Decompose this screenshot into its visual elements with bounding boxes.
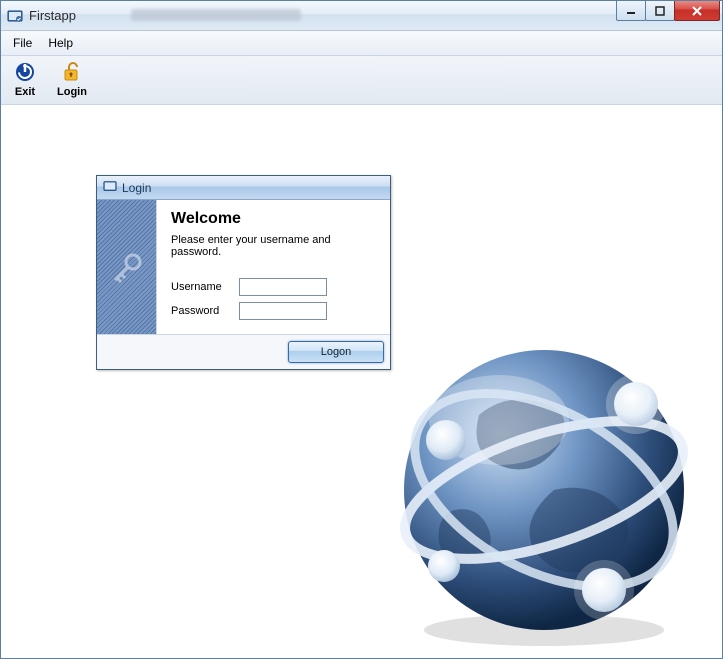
welcome-heading: Welcome: [171, 210, 376, 228]
username-input[interactable]: [239, 278, 327, 296]
login-dialog: Login Welcome Please enter your: [96, 175, 391, 370]
exit-label: Exit: [15, 86, 35, 98]
globe-icon: [384, 330, 704, 650]
menu-file[interactable]: File: [7, 34, 38, 52]
window-title: Firstapp: [29, 8, 76, 23]
login-hint: Please enter your username and password.: [171, 234, 376, 258]
key-icon: [109, 250, 145, 289]
logon-button[interactable]: Logon: [288, 341, 384, 363]
power-icon: [11, 60, 39, 84]
toolbar: Exit Login: [1, 56, 722, 105]
maximize-button[interactable]: [645, 1, 675, 21]
menu-help[interactable]: Help: [42, 34, 79, 52]
title-bar: Firstapp: [1, 1, 722, 31]
app-window: Firstapp File Help: [0, 0, 723, 659]
app-icon: [7, 8, 23, 24]
password-input[interactable]: [239, 302, 327, 320]
login-dialog-icon: [103, 179, 117, 196]
password-label: Password: [171, 305, 233, 317]
minimize-button[interactable]: [616, 1, 646, 21]
menu-bar: File Help: [1, 31, 722, 56]
unlock-icon: [58, 60, 86, 84]
close-button[interactable]: [674, 1, 720, 21]
login-dialog-titlebar: Login: [97, 176, 390, 200]
client-area: Login Welcome Please enter your: [1, 105, 722, 658]
login-button[interactable]: Login: [57, 60, 87, 98]
username-label: Username: [171, 281, 233, 293]
blurred-text: [131, 9, 301, 21]
login-label: Login: [57, 86, 87, 98]
exit-button[interactable]: Exit: [11, 60, 39, 98]
login-side-panel: [97, 200, 157, 334]
login-dialog-title: Login: [122, 181, 151, 195]
